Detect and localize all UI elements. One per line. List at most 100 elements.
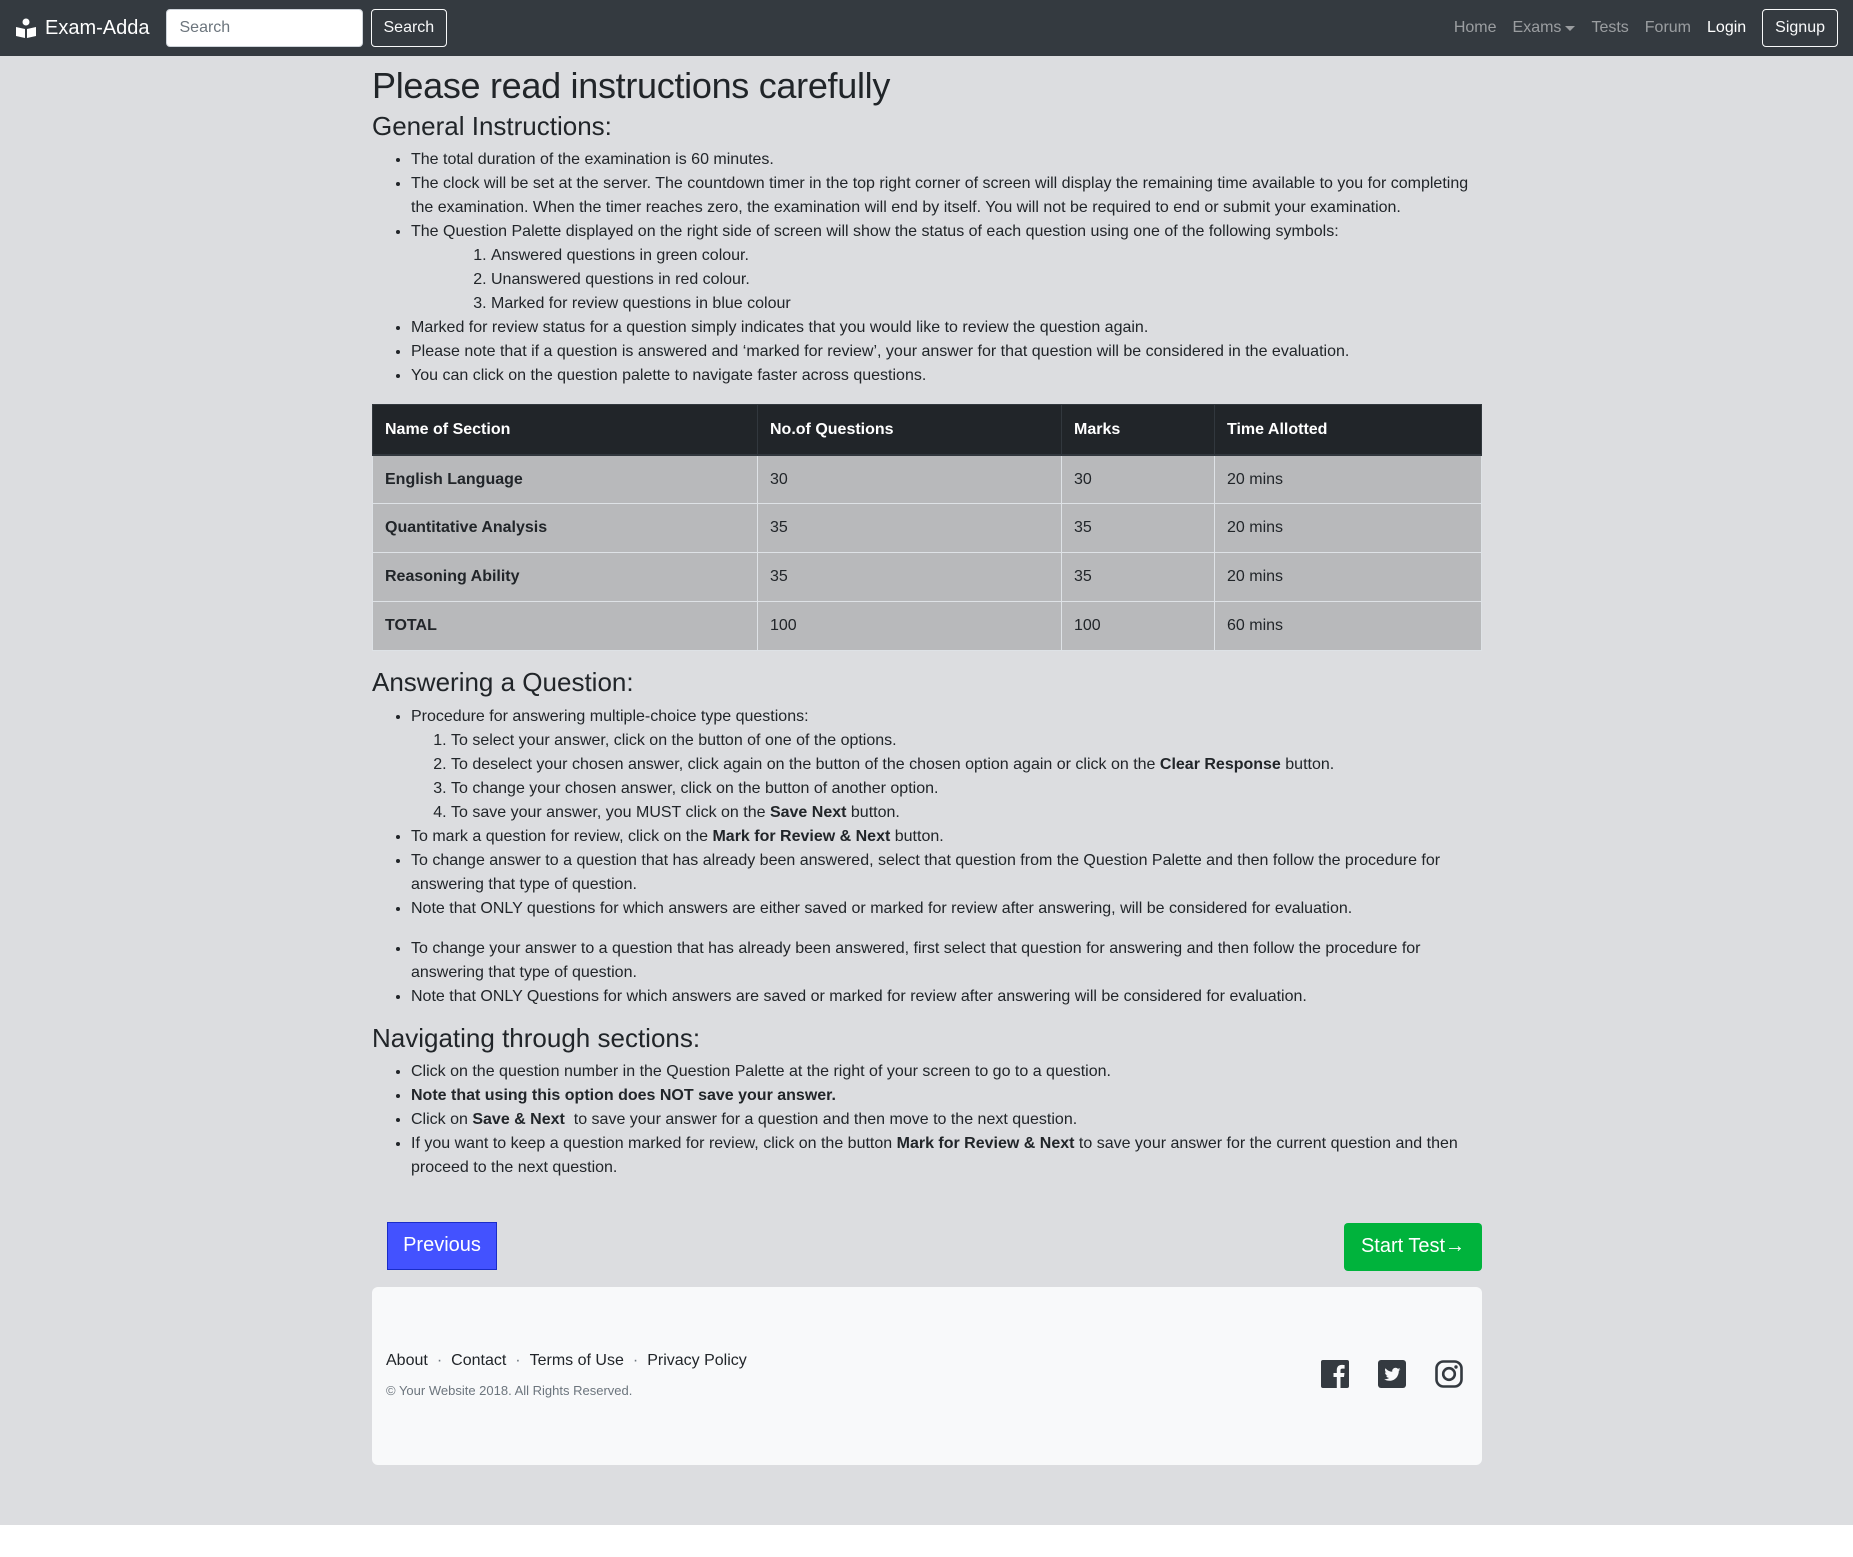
footer-link-terms[interactable]: Terms of Use <box>530 1352 624 1370</box>
table-row: Quantitative Analysis 35 35 20 mins <box>372 503 1482 554</box>
palette-intro: The Question Palette displayed on the ri… <box>411 223 1339 241</box>
answering-heading: Answering a Question: <box>372 667 634 698</box>
step-text: To deselect your chosen answer, click ag… <box>451 755 1160 773</box>
list-item: To change your chosen answer, click on t… <box>451 777 1482 801</box>
table-cell: 30 <box>1061 454 1215 505</box>
list-item: Click on Save & Next to save your answer… <box>411 1108 1482 1132</box>
warning-text: Note that using this option does NOT sav… <box>411 1086 836 1104</box>
start-test-button[interactable]: Start Test→ <box>1344 1222 1482 1271</box>
caret-down-icon <box>1565 25 1576 31</box>
table-cell: 60 mins <box>1214 601 1482 652</box>
table-cell: Quantitative Analysis <box>372 503 758 554</box>
mark-review-label: Mark for Review & Next <box>896 1134 1075 1152</box>
step-text: button. <box>846 803 900 821</box>
list-item: To mark a question for review, click on … <box>411 825 1482 849</box>
table-header: Name of Section <box>372 404 758 456</box>
item-text: Click on <box>411 1110 473 1128</box>
table-header-row: Name of Section No.of Questions Marks Ti… <box>372 404 1482 456</box>
clear-response-label: Clear Response <box>1159 755 1281 773</box>
table-cell: 35 <box>1061 503 1215 554</box>
list-item: Click on the question number in the Ques… <box>411 1060 1482 1084</box>
table-cell: 100 <box>757 601 1062 652</box>
brand-link[interactable]: Exam-Adda <box>15 17 150 40</box>
table-cell: 35 <box>1061 552 1215 603</box>
nav-exams-label: Exams <box>1512 19 1562 36</box>
navigation-buttons: Previous Start Test→ <box>372 1221 1482 1271</box>
list-item: If you want to keep a question marked fo… <box>411 1132 1482 1180</box>
navigating-list: Click on the question number in the Ques… <box>372 1060 1482 1180</box>
list-item: Note that using this option does NOT sav… <box>411 1084 1482 1108</box>
list-item: Marked for review questions in blue colo… <box>491 292 1482 316</box>
footer-link-contact[interactable]: Contact <box>451 1352 506 1370</box>
nav-links: Home Exams Tests Forum Login Signup <box>1446 0 1838 56</box>
footer-link-privacy[interactable]: Privacy Policy <box>647 1352 747 1370</box>
list-item: You can click on the question palette to… <box>411 364 1482 388</box>
footer-link-about[interactable]: About <box>386 1352 428 1370</box>
table-cell: 35 <box>757 503 1062 554</box>
footer-links: About · Contact · Terms of Use · Privacy… <box>386 1352 747 1370</box>
list-item: The Question Palette displayed on the ri… <box>411 220 1482 316</box>
social-links <box>1293 1359 1464 1389</box>
sections-table: Name of Section No.of Questions Marks Ti… <box>372 404 1482 652</box>
palette-symbols-list: Answered questions in green colour. Unan… <box>411 244 1482 316</box>
nav-tests[interactable]: Tests <box>1583 19 1636 37</box>
item-text: To mark a question for review, click on … <box>411 827 713 845</box>
copyright: © Your Website 2018. All Rights Reserved… <box>386 1382 633 1398</box>
table-header: No.of Questions <box>757 404 1062 456</box>
facebook-icon[interactable] <box>1320 1359 1350 1389</box>
separator: · <box>515 1351 521 1369</box>
item-text: button. <box>890 827 944 845</box>
list-item: Unanswered questions in red colour. <box>491 268 1482 292</box>
table-cell: English Language <box>372 454 758 505</box>
table-cell: 30 <box>757 454 1062 505</box>
nav-forum[interactable]: Forum <box>1637 19 1699 37</box>
book-reader-icon <box>16 18 36 38</box>
navbar: Exam-Adda Search Home Exams Tests Forum … <box>0 0 1853 56</box>
list-item: Marked for review status for a question … <box>411 316 1482 340</box>
table-header: Time Allotted <box>1214 404 1482 456</box>
page-title: Please read instructions carefully <box>372 65 891 106</box>
separator: · <box>436 1351 443 1369</box>
list-item: To change your answer to a question that… <box>411 937 1482 985</box>
list-item: Procedure for answering multiple-choice … <box>411 705 1482 825</box>
nav-exams-dropdown[interactable]: Exams <box>1505 19 1584 37</box>
answering-list-extra: To change your answer to a question that… <box>372 937 1482 1009</box>
general-instructions-heading: General Instructions: <box>372 111 612 142</box>
table-cell: Reasoning Ability <box>372 552 758 603</box>
nav-home[interactable]: Home <box>1446 19 1505 37</box>
table-row: Reasoning Ability 35 35 20 mins <box>372 552 1482 603</box>
separator: · <box>632 1351 639 1369</box>
signup-button[interactable]: Signup <box>1762 9 1838 47</box>
nav-login[interactable]: Login <box>1699 19 1754 37</box>
list-item: Note that ONLY questions for which answe… <box>411 897 1482 921</box>
navigating-heading: Navigating through sections: <box>372 1022 701 1053</box>
twitter-icon[interactable] <box>1377 1359 1407 1389</box>
list-item: To save your answer, you MUST click on t… <box>451 801 1482 825</box>
save-next-label: Save Next <box>769 803 847 821</box>
table-cell: 20 mins <box>1214 552 1482 603</box>
list-item: Please note that if a question is answer… <box>411 340 1482 364</box>
list-item: The clock will be set at the server. The… <box>411 172 1482 220</box>
table-row: TOTAL 100 100 60 mins <box>372 601 1482 652</box>
answering-list: Procedure for answering multiple-choice … <box>372 705 1482 921</box>
general-instructions-list: The total duration of the examination is… <box>372 148 1482 388</box>
table-cell: 20 mins <box>1214 503 1482 554</box>
list-item: To deselect your chosen answer, click ag… <box>451 753 1482 777</box>
table-header: Marks <box>1061 404 1215 456</box>
table-cell: 20 mins <box>1214 454 1482 505</box>
footer: About · Contact · Terms of Use · Privacy… <box>372 1286 1482 1465</box>
table-cell: 100 <box>1061 601 1215 652</box>
list-item: To select your answer, click on the butt… <box>451 729 1482 753</box>
search-button[interactable]: Search <box>370 9 448 47</box>
previous-button[interactable]: Previous <box>387 1221 497 1270</box>
list-item: To change answer to a question that has … <box>411 849 1482 897</box>
brand-name: Exam-Adda <box>45 16 150 39</box>
instructions-container: Please read instructions carefully Gener… <box>372 56 1482 1465</box>
instagram-icon[interactable] <box>1434 1359 1464 1389</box>
page-background: Exam-Adda Search Home Exams Tests Forum … <box>0 0 1853 1525</box>
procedure-intro: Procedure for answering multiple-choice … <box>411 707 809 725</box>
search-input[interactable] <box>165 9 363 47</box>
table-cell: TOTAL <box>372 601 758 652</box>
step-text: To save your answer, you MUST click on t… <box>451 803 770 821</box>
item-text: to save your answer for a question and t… <box>564 1110 1078 1128</box>
